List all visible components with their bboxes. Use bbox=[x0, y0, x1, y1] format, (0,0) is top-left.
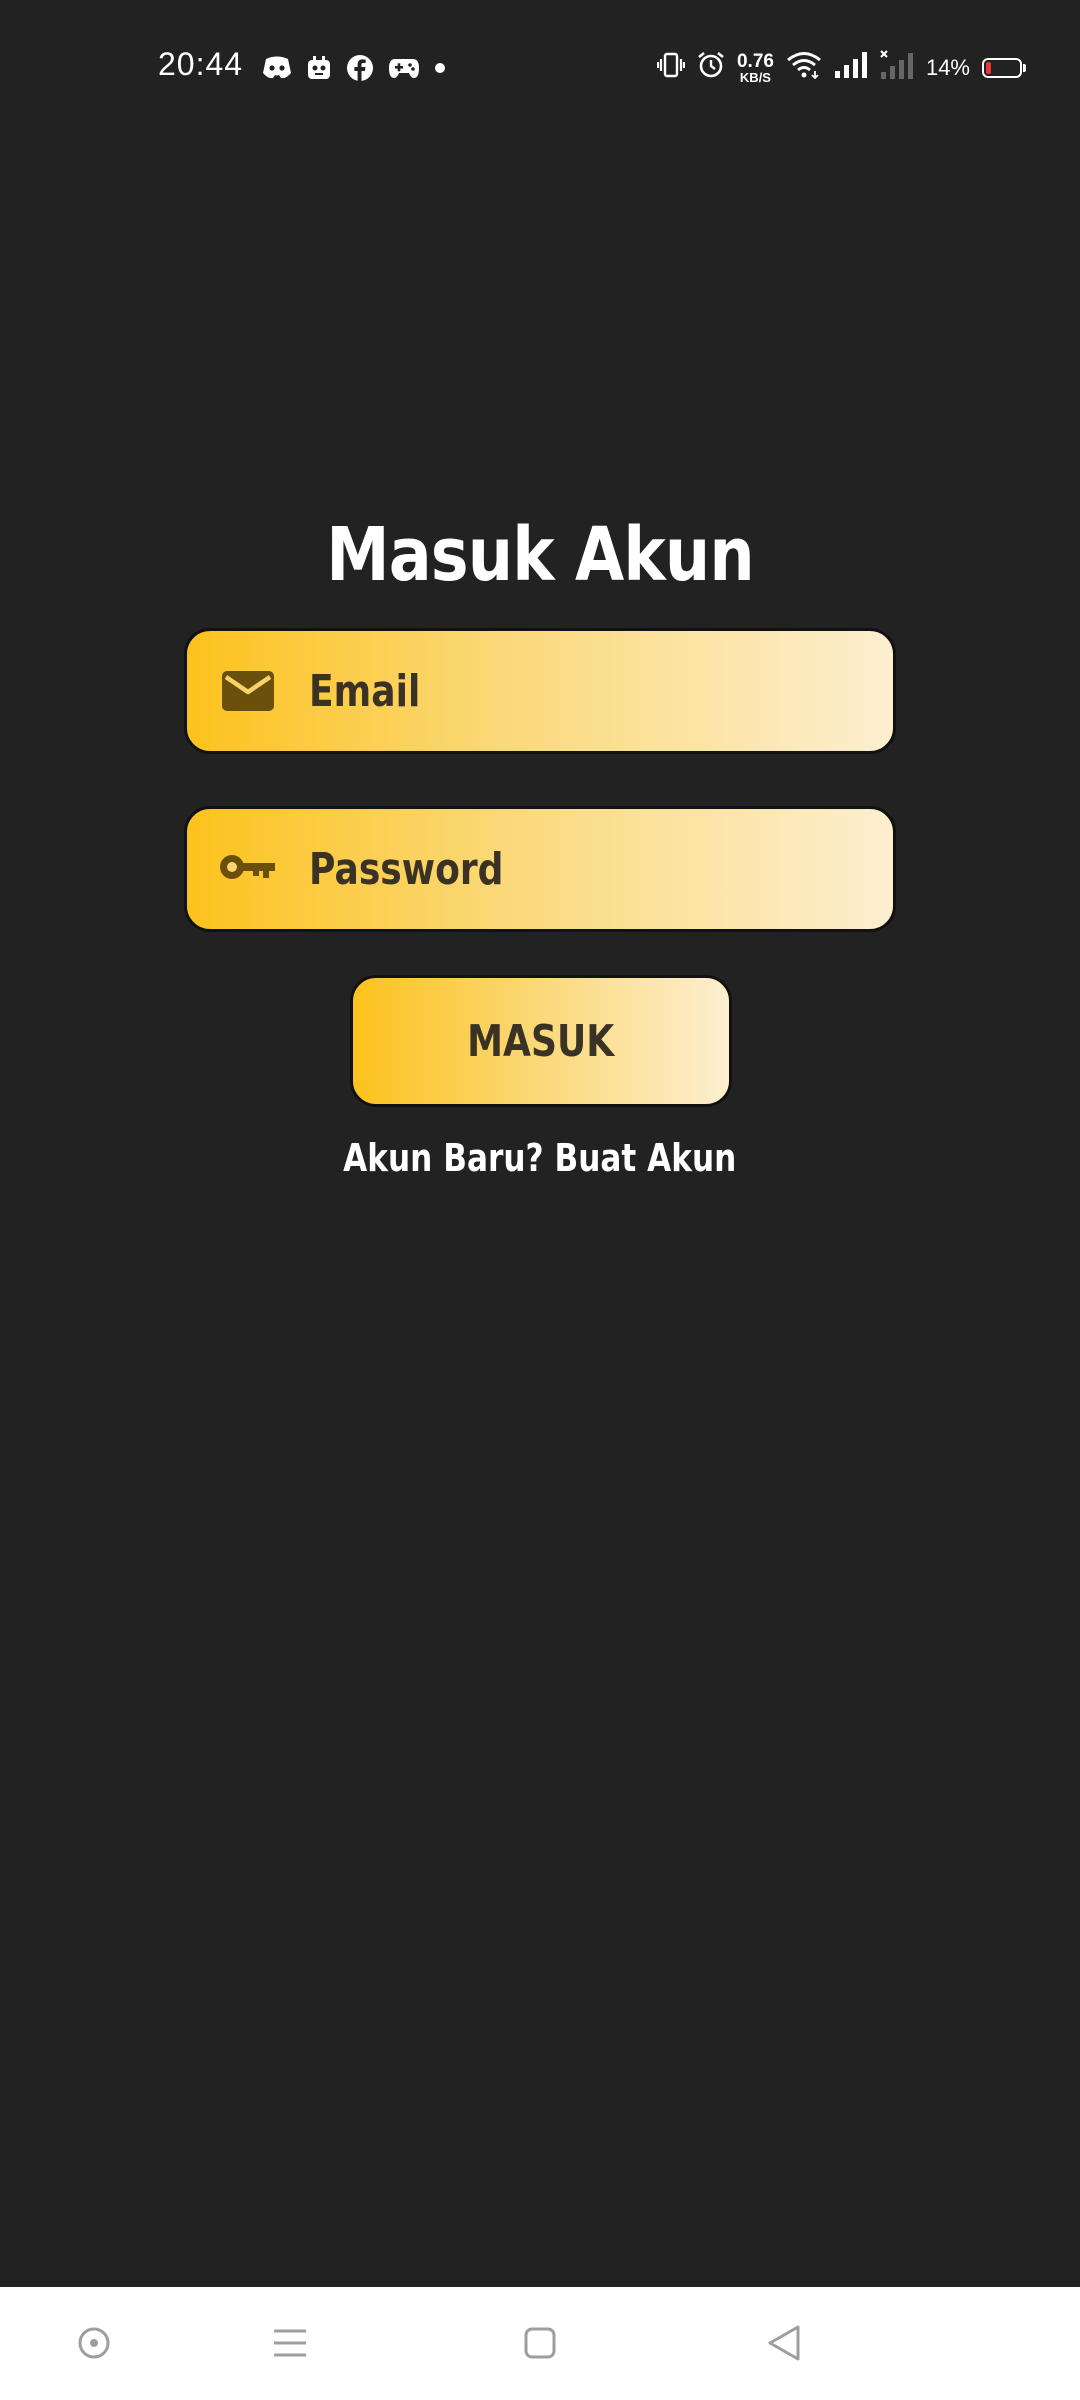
discord-icon bbox=[262, 55, 292, 81]
password-field[interactable]: Password bbox=[184, 806, 896, 932]
battery-icon bbox=[982, 57, 1026, 78]
assistant-icon bbox=[76, 2325, 112, 2366]
email-placeholder: Email bbox=[309, 665, 421, 717]
signal-icon bbox=[834, 51, 868, 84]
wifi-icon bbox=[786, 51, 822, 84]
signup-link[interactable]: Akun Baru? Buat Akun bbox=[0, 1136, 1080, 1180]
home-icon bbox=[523, 2326, 557, 2365]
notification-icons bbox=[262, 54, 446, 82]
battery-percent: 14% bbox=[925, 54, 970, 80]
menu-button[interactable] bbox=[258, 2313, 322, 2377]
login-button[interactable]: MASUK bbox=[350, 975, 732, 1107]
status-time: 20:44 bbox=[158, 46, 244, 82]
gamepad-icon bbox=[388, 56, 420, 80]
email-field[interactable]: Email bbox=[184, 628, 896, 754]
assistant-button[interactable] bbox=[62, 2313, 126, 2377]
back-icon bbox=[766, 2324, 802, 2367]
status-bar: 20:44 0.76 KB/S 14% bbox=[0, 0, 1080, 135]
envelope-icon bbox=[217, 660, 279, 722]
mascot-app-icon bbox=[306, 55, 332, 81]
menu-icon bbox=[272, 2327, 308, 2364]
facebook-icon bbox=[346, 54, 374, 82]
key-icon bbox=[217, 838, 279, 900]
signal-off-icon bbox=[880, 50, 914, 85]
network-speed: 0.76 KB/S bbox=[737, 52, 774, 84]
login-button-label: MASUK bbox=[467, 1015, 615, 1067]
battery-level bbox=[986, 61, 992, 74]
back-button[interactable] bbox=[752, 2313, 816, 2377]
vibrate-icon bbox=[656, 52, 686, 83]
dot-icon bbox=[434, 62, 446, 74]
navigation-bar bbox=[0, 2287, 1080, 2400]
network-speed-value: 0.76 bbox=[736, 50, 774, 72]
signup-link-text: Akun Baru? Buat Akun bbox=[343, 1136, 737, 1180]
alarm-icon bbox=[697, 51, 725, 84]
network-speed-unit: KB/S bbox=[739, 69, 771, 85]
system-status-icons: 0.76 KB/S 14% bbox=[656, 50, 1026, 85]
home-button[interactable] bbox=[508, 2313, 572, 2377]
password-placeholder: Password bbox=[309, 843, 504, 895]
page-title: Masuk Akun bbox=[326, 512, 754, 598]
